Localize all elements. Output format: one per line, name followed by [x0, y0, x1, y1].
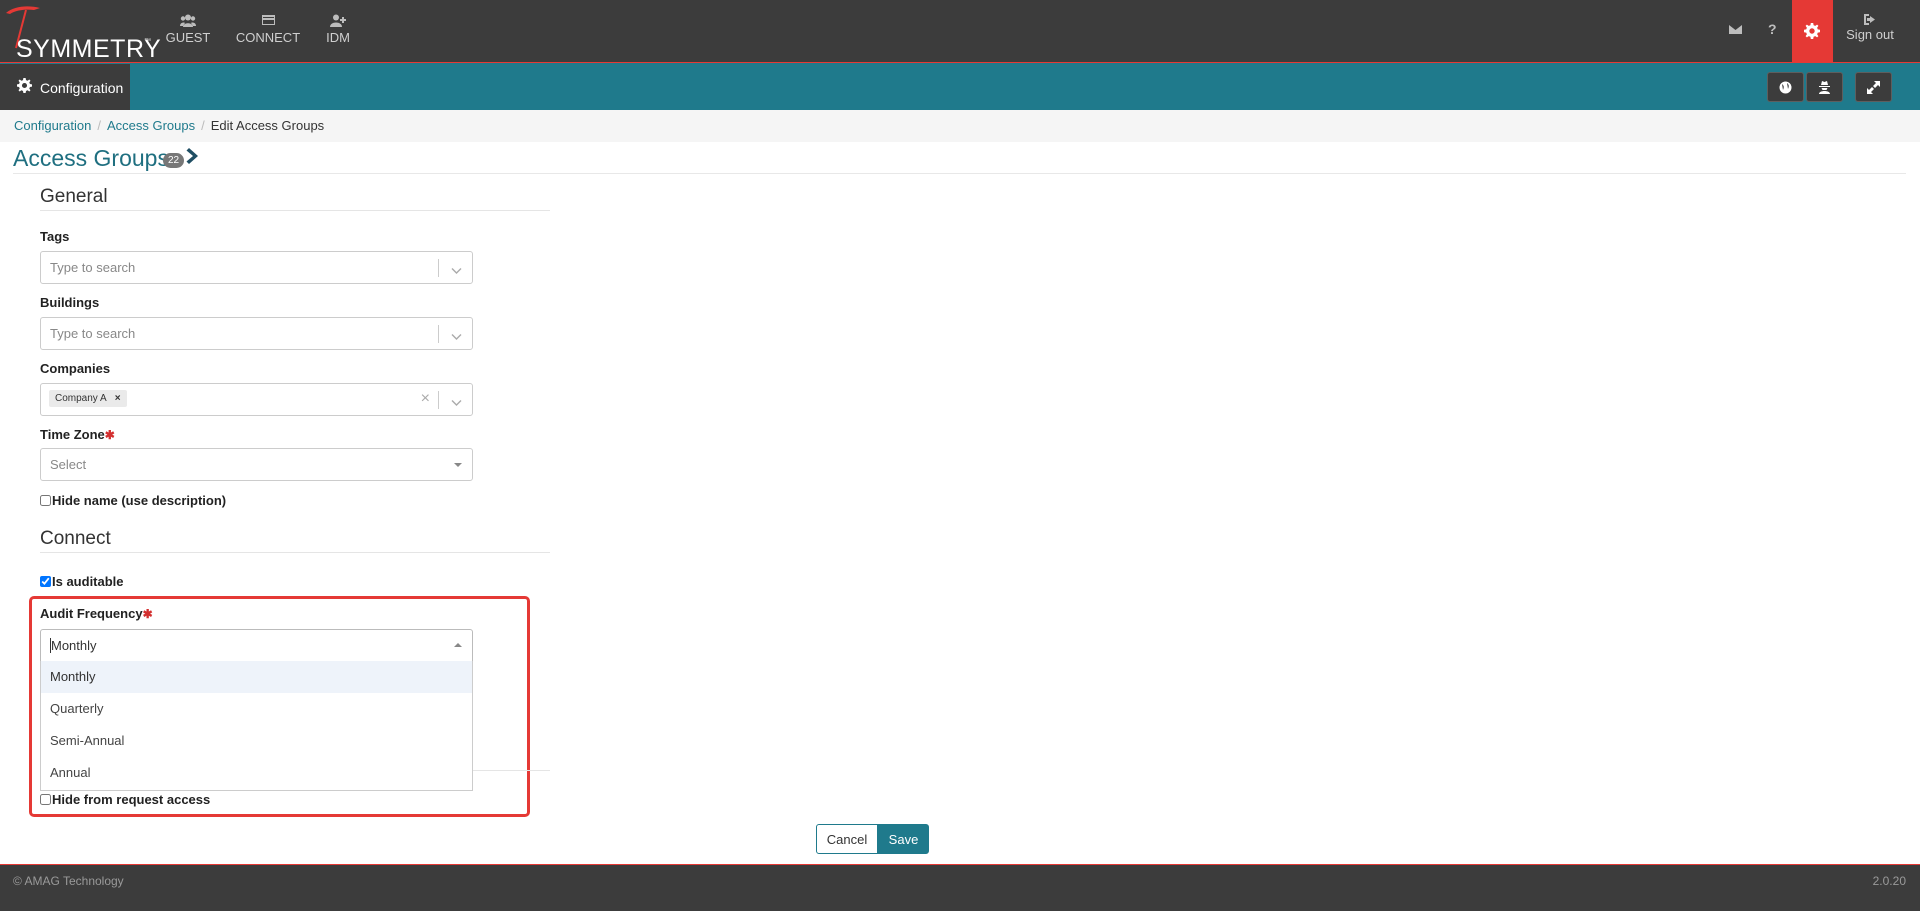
tags-label: Tags	[40, 229, 70, 244]
gear-icon	[17, 78, 32, 93]
module-toolbar: Configuration	[0, 62, 1920, 111]
chip-remove-icon[interactable]: ×	[115, 393, 121, 404]
buildings-placeholder: Type to search	[50, 326, 136, 341]
version-text: 2.0.20	[1872, 874, 1906, 888]
hide-name-row: Hide name (use description)	[40, 493, 226, 508]
timezone-placeholder: Select	[50, 457, 87, 472]
sign-out-button[interactable]: Sign out	[1842, 14, 1898, 42]
hide-name-label: Hide name (use description)	[52, 493, 227, 508]
chevron-down-icon[interactable]	[451, 328, 462, 344]
option-monthly[interactable]: Monthly	[41, 661, 472, 693]
breadcrumb-access-groups[interactable]: Access Groups	[107, 118, 195, 133]
companies-select[interactable]: Company A × ×	[40, 383, 473, 416]
users-icon	[164, 14, 212, 28]
nav-connect-label: CONNECT	[235, 30, 301, 45]
breadcrumb: Configuration / Access Groups / Edit Access …	[0, 110, 1920, 142]
user-secret-button[interactable]	[1806, 72, 1843, 102]
cancel-button[interactable]: Cancel	[816, 824, 878, 854]
globe-button[interactable]	[1767, 72, 1804, 102]
chevron-right-icon[interactable]	[186, 147, 200, 168]
globe-icon	[1779, 81, 1792, 94]
is-auditable-row: Is auditable	[40, 574, 124, 589]
audit-frequency-label-text: Audit Frequency	[40, 606, 143, 621]
configuration-tab-label: Configuration	[40, 80, 124, 96]
companies-label: Companies	[40, 361, 111, 376]
page-title: Access Groups	[13, 145, 169, 171]
expand-icon	[1867, 81, 1880, 94]
credit-card-icon	[235, 14, 301, 28]
breadcrumb-current: Edit Access Groups	[210, 118, 325, 133]
nav-guest[interactable]: GUEST	[164, 14, 212, 45]
clear-icon[interactable]: ×	[421, 390, 430, 408]
caret-up-icon[interactable]	[454, 643, 462, 647]
logo-trademark: ™	[144, 38, 151, 45]
caret-down-icon[interactable]	[454, 463, 462, 467]
user-secret-icon	[1819, 81, 1830, 94]
symmetry-logo[interactable]: SYMMETRY ™	[4, 4, 161, 63]
hide-request-checkbox[interactable]	[40, 794, 51, 805]
timezone-label: Time Zone✱	[40, 427, 115, 442]
timezone-select[interactable]: Select	[40, 448, 473, 481]
count-badge: 22	[163, 153, 185, 168]
option-quarterly[interactable]: Quarterly	[41, 693, 472, 725]
option-semi-annual[interactable]: Semi-Annual	[41, 725, 472, 757]
company-chip: Company A ×	[49, 390, 127, 407]
sign-out-icon	[1864, 14, 1875, 25]
required-icon: ✱	[142, 607, 153, 621]
hide-request-label: Hide from request access	[52, 792, 211, 807]
logo-text: SYMMETRY	[16, 35, 162, 63]
tags-select[interactable]: Type to search	[40, 251, 473, 284]
connect-heading: Connect	[40, 528, 111, 549]
settings-button[interactable]	[1792, 0, 1833, 62]
is-auditable-checkbox[interactable]	[40, 576, 51, 587]
timezone-label-text: Time Zone	[40, 427, 105, 442]
nav-idm-label: IDM	[326, 30, 350, 45]
fullscreen-button[interactable]	[1855, 72, 1892, 102]
envelope-icon[interactable]	[1729, 22, 1742, 38]
nav-idm[interactable]: IDM	[325, 14, 351, 45]
audit-frequency-value: Monthly	[50, 638, 97, 653]
general-heading: General	[40, 186, 108, 207]
is-auditable-label: Is auditable	[52, 574, 124, 589]
company-chip-label: Company A	[55, 393, 107, 404]
hide-request-row: Hide from request access	[40, 792, 210, 807]
nav-guest-label: GUEST	[165, 30, 211, 45]
required-icon: ✱	[104, 428, 115, 442]
audit-frequency-label: Audit Frequency✱	[40, 606, 153, 621]
audit-frequency-menu: Monthly Quarterly Semi-Annual Annual	[40, 661, 473, 791]
option-annual[interactable]: Annual	[41, 757, 472, 789]
save-button[interactable]: Save	[878, 824, 929, 854]
copyright-text: © AMAG Technology	[13, 874, 124, 888]
chevron-down-icon[interactable]	[451, 262, 462, 278]
configuration-tab[interactable]: Configuration	[0, 64, 130, 111]
top-navbar: SYMMETRY ™ GUEST CONNECT IDM ? Sign out	[0, 0, 1920, 63]
user-plus-icon	[325, 14, 351, 28]
nav-connect[interactable]: CONNECT	[235, 14, 301, 45]
hide-name-checkbox[interactable]	[40, 495, 51, 506]
footer: © AMAG Technology 2.0.20	[0, 864, 1920, 911]
breadcrumb-configuration[interactable]: Configuration	[14, 118, 91, 133]
tags-placeholder: Type to search	[50, 260, 136, 275]
buildings-label: Buildings	[40, 295, 100, 310]
buildings-select[interactable]: Type to search	[40, 317, 473, 350]
question-icon[interactable]: ?	[1768, 21, 1777, 37]
audit-frequency-select[interactable]: Monthly	[40, 629, 473, 662]
gear-icon	[1804, 23, 1820, 39]
sign-out-label: Sign out	[1846, 27, 1894, 42]
chevron-down-icon[interactable]	[451, 394, 462, 410]
